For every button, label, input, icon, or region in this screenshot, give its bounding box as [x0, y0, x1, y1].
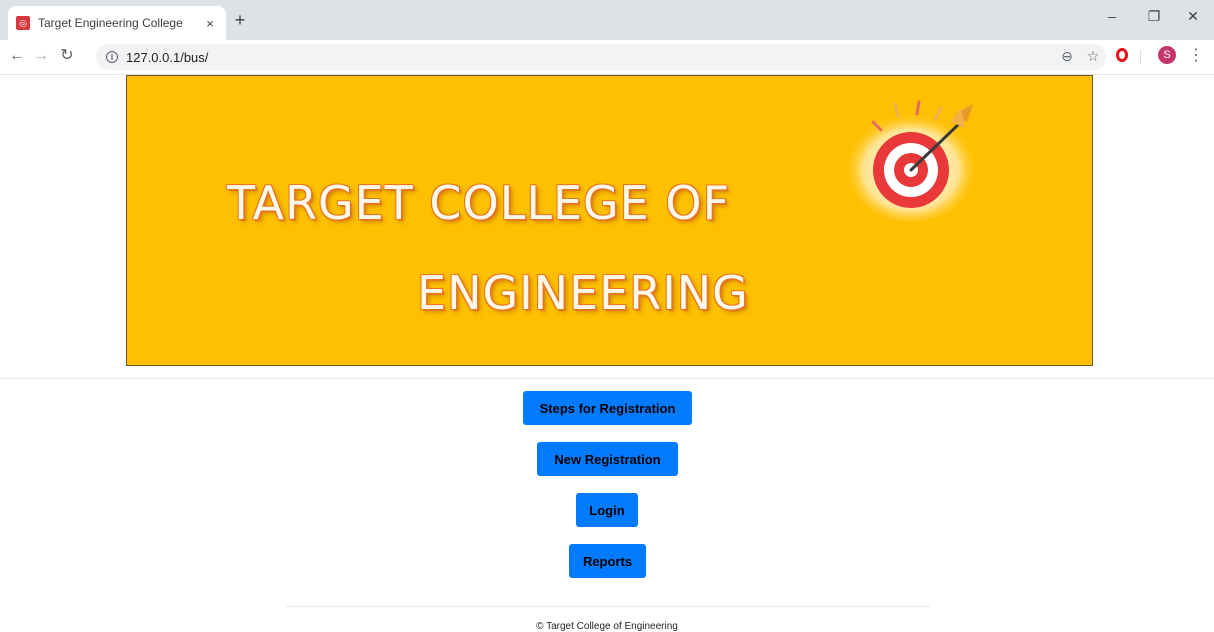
kebab-menu-icon[interactable]: ⋮ — [1188, 45, 1204, 65]
tab-close-icon[interactable]: × — [202, 16, 218, 31]
avatar[interactable]: S — [1158, 46, 1176, 64]
tab-title: Target Engineering College — [38, 16, 183, 30]
new-registration-button[interactable]: New Registration — [537, 442, 678, 476]
steps-for-registration-button[interactable]: Steps for Registration — [523, 391, 692, 425]
tab-strip: ◎ Target Engineering College × + – ❐ ✕ — [0, 0, 1214, 40]
toolbar-separator — [1140, 50, 1141, 64]
target-favicon-icon: ◎ — [16, 16, 30, 30]
reload-icon[interactable]: ↻ — [58, 47, 76, 65]
star-icon[interactable]: ☆ — [1084, 48, 1102, 64]
browser-tab[interactable]: ◎ Target Engineering College × — [8, 6, 226, 40]
back-arrow-icon[interactable]: ← — [8, 47, 26, 65]
banner-title-line-1: TARGET COLLEGE OF — [227, 176, 731, 230]
college-banner: TARGET COLLEGE OF ENGINEERING — [126, 75, 1093, 366]
forward-arrow-icon[interactable]: → — [32, 47, 50, 65]
new-tab-button[interactable]: + — [232, 10, 248, 31]
close-icon[interactable]: ✕ — [1183, 8, 1203, 25]
minimize-icon[interactable]: – — [1102, 8, 1122, 24]
footer-copyright: © Target College of Engineering — [536, 621, 678, 632]
target-dartboard-logo-icon — [843, 100, 979, 222]
header-divider — [0, 378, 1214, 379]
banner-title-line-2: ENGINEERING — [417, 266, 749, 320]
login-button[interactable]: Login — [576, 493, 638, 527]
zoom-icon[interactable]: ⊖ — [1058, 48, 1076, 64]
browser-toolbar: ← → ↻ i 127.0.0.1/bus/ ⊖ ☆ — [0, 40, 1214, 75]
restore-icon[interactable]: ❐ — [1144, 8, 1164, 25]
reports-button[interactable]: Reports — [569, 544, 646, 578]
opera-icon[interactable] — [1116, 48, 1128, 62]
url-text[interactable]: 127.0.0.1/bus/ — [126, 50, 208, 65]
info-icon[interactable]: i — [106, 51, 118, 63]
address-bar[interactable]: i 127.0.0.1/bus/ — [96, 44, 1106, 70]
footer-divider — [286, 606, 930, 607]
